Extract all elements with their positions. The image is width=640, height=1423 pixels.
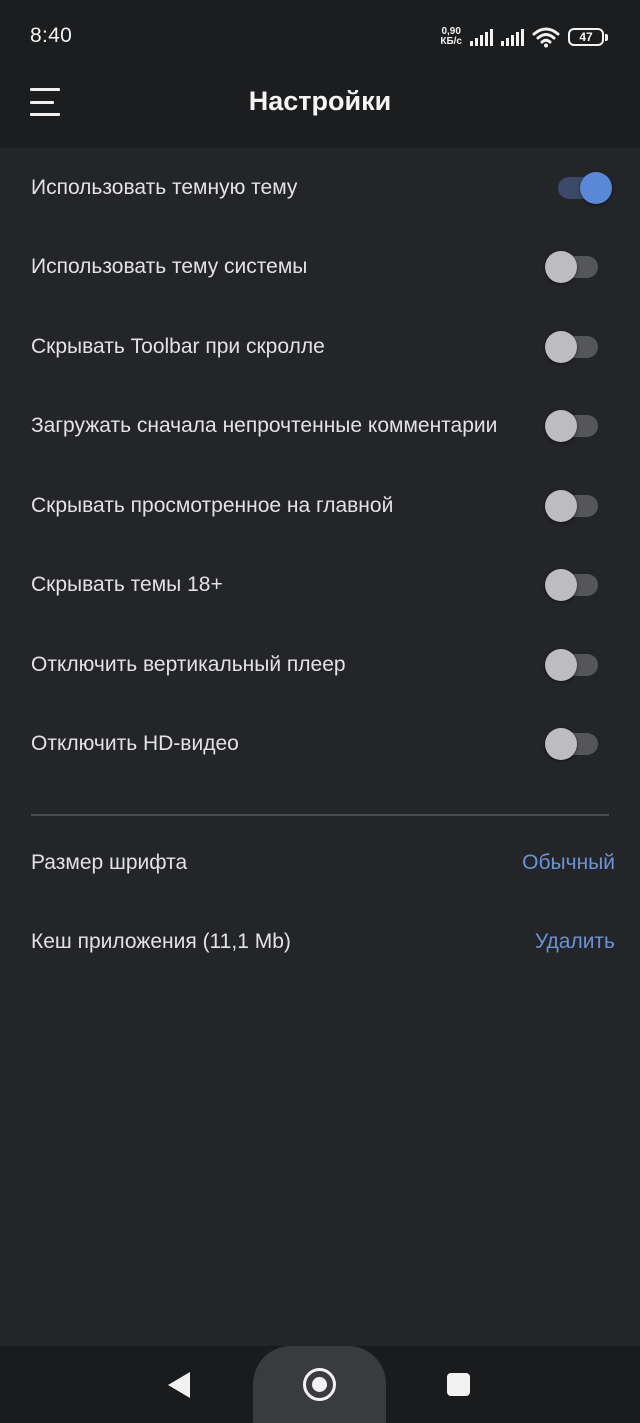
settings-screen: 8:40 0,90 КБ/с 47 Настройки Использовать… bbox=[0, 0, 640, 1423]
network-speed: 0,90 КБ/с bbox=[440, 27, 462, 47]
battery-icon: 47 bbox=[568, 28, 608, 46]
settings-list: Использовать темную тему Использовать те… bbox=[0, 148, 640, 784]
setting-hide-toolbar[interactable]: Скрывать Toolbar при скролле bbox=[0, 307, 640, 387]
system-theme-toggle[interactable] bbox=[545, 251, 598, 284]
font-size-value[interactable]: Обычный bbox=[522, 851, 615, 875]
page-title: Настройки bbox=[248, 86, 392, 116]
setting-unread-comments-first[interactable]: Загружать сначала непрочтенные комментар… bbox=[0, 387, 640, 467]
cache-row[interactable]: Кеш приложения (11,1 Mb) Удалить bbox=[0, 924, 640, 964]
unread-comments-toggle[interactable] bbox=[545, 410, 598, 443]
setting-label: Использовать темную тему bbox=[31, 175, 298, 199]
status-icons: 0,90 КБ/с 47 bbox=[440, 24, 608, 50]
hide-toolbar-toggle[interactable] bbox=[545, 330, 598, 363]
status-bar: 8:40 0,90 КБ/с 47 bbox=[0, 0, 640, 62]
status-time: 8:40 bbox=[30, 24, 73, 47]
setting-label: Скрывать просмотренное на главной bbox=[31, 493, 394, 517]
vertical-player-toggle[interactable] bbox=[545, 648, 598, 681]
home-circle-icon[interactable] bbox=[303, 1368, 336, 1401]
home-button[interactable] bbox=[253, 1346, 386, 1423]
back-triangle-icon[interactable] bbox=[168, 1372, 190, 1398]
hide-viewed-toggle[interactable] bbox=[545, 489, 598, 522]
divider bbox=[31, 814, 609, 816]
network-speed-unit: КБ/с bbox=[440, 36, 462, 47]
font-size-row[interactable]: Размер шрифта Обычный bbox=[0, 845, 640, 885]
wifi-icon bbox=[532, 27, 560, 48]
setting-label: Скрывать Toolbar при скролле bbox=[31, 334, 325, 358]
setting-label: Использовать тему системы bbox=[31, 255, 308, 279]
setting-dark-theme[interactable]: Использовать темную тему bbox=[0, 148, 640, 228]
setting-system-theme[interactable]: Использовать тему системы bbox=[0, 228, 640, 308]
setting-hide-viewed[interactable]: Скрывать просмотренное на главной bbox=[0, 466, 640, 546]
cache-label: Кеш приложения (11,1 Mb) bbox=[31, 930, 291, 953]
hd-video-toggle[interactable] bbox=[545, 728, 598, 761]
cell-signal-icon bbox=[470, 28, 493, 46]
font-size-label: Размер шрифта bbox=[31, 851, 188, 874]
app-bar: Настройки bbox=[0, 62, 640, 148]
dark-theme-toggle[interactable] bbox=[558, 171, 612, 204]
setting-label: Загружать сначала непрочтенные комментар… bbox=[31, 414, 498, 438]
hide-18plus-toggle[interactable] bbox=[545, 569, 598, 602]
navigation-bar bbox=[0, 1346, 640, 1423]
setting-disable-vertical-player[interactable]: Отключить вертикальный плеер bbox=[0, 625, 640, 705]
setting-label: Скрывать темы 18+ bbox=[31, 573, 223, 597]
setting-hide-18plus[interactable]: Скрывать темы 18+ bbox=[0, 546, 640, 626]
clear-cache-button[interactable]: Удалить bbox=[535, 930, 615, 954]
cell-signal-2-icon bbox=[501, 28, 524, 46]
setting-label: Отключить HD-видео bbox=[31, 732, 239, 756]
recents-square-icon[interactable] bbox=[447, 1373, 470, 1396]
setting-disable-hd-video[interactable]: Отключить HD-видео bbox=[0, 705, 640, 785]
setting-label: Отключить вертикальный плеер bbox=[31, 652, 346, 676]
